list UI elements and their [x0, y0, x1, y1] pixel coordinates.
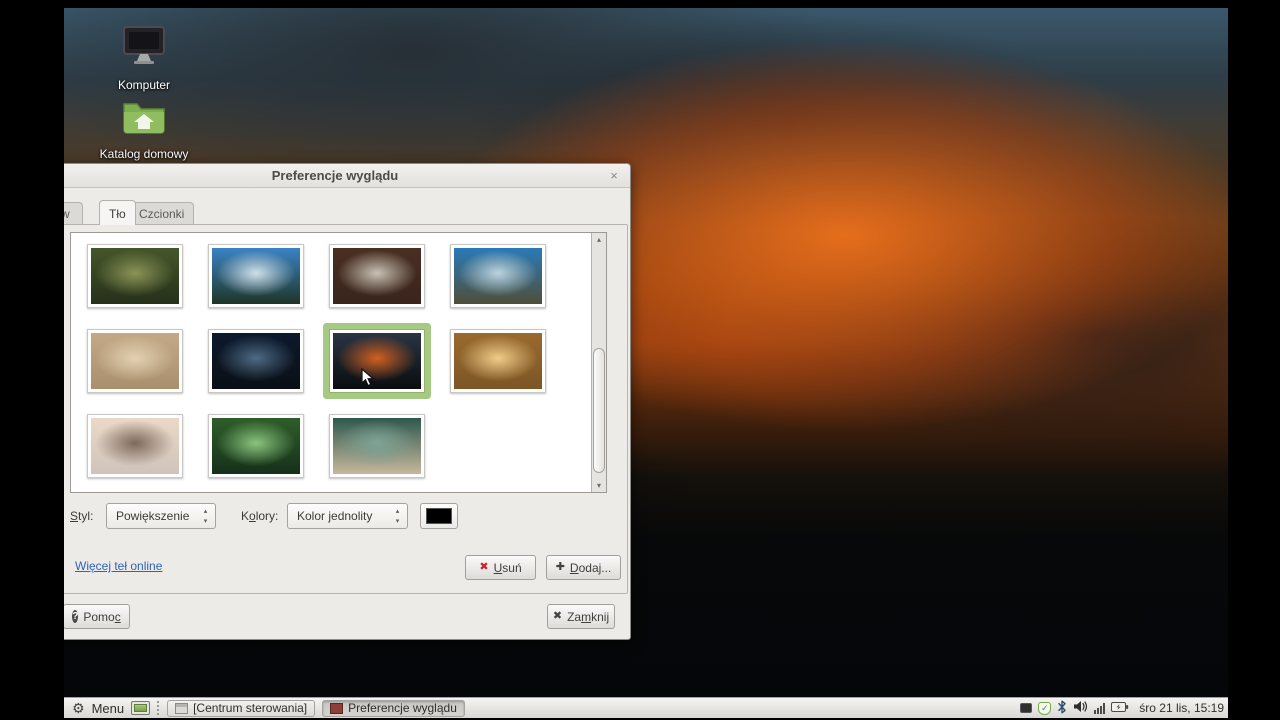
- style-dropdown-value: Powiększenie: [116, 509, 190, 523]
- desktop-icon-computer[interactable]: Komputer: [94, 25, 194, 94]
- help-button[interactable]: ? Pomoc: [64, 604, 130, 629]
- desktop-icon-label: Katalog domowy: [99, 147, 189, 161]
- remove-button[interactable]: ✖ Usuń: [465, 555, 536, 580]
- updates-shield-icon[interactable]: ✓: [1038, 701, 1052, 715]
- colors-dropdown[interactable]: Kolor jednolity ▴ ▾: [287, 503, 408, 529]
- wallpaper-image: [212, 418, 300, 474]
- network-signal-icon[interactable]: [1094, 702, 1106, 714]
- scroll-up-icon[interactable]: ▴: [592, 233, 606, 246]
- taskbar-item-control-center[interactable]: [Centrum sterowania]: [167, 699, 316, 717]
- panel-handle: [157, 701, 160, 715]
- bluetooth-icon[interactable]: [1057, 700, 1067, 717]
- add-button[interactable]: ✚ Dodaj...: [546, 555, 621, 580]
- wallpaper-thumbnail-lake-pier[interactable]: [87, 414, 183, 478]
- wallpaper-image: [454, 333, 542, 389]
- wallpaper-list: ▴ ▾: [70, 232, 607, 493]
- close-icon[interactable]: ×: [606, 168, 622, 184]
- show-desktop-icon[interactable]: [131, 701, 151, 715]
- wallpaper-thumbnail-dew-drops[interactable]: [87, 329, 183, 393]
- wallpaper-thumbnail-sunset-sea[interactable]: [329, 329, 425, 393]
- display-tray-icon[interactable]: [1020, 703, 1033, 713]
- wallpaper-thumbnail-country-road[interactable]: [450, 244, 546, 308]
- dialog-titlebar[interactable]: Preferencje wyglądu ×: [64, 164, 630, 188]
- wallpaper-thumbnail-teal-shore[interactable]: [329, 414, 425, 478]
- scrollbar[interactable]: ▴ ▾: [591, 233, 606, 492]
- colors-label: Kolory:: [241, 509, 279, 523]
- close-x-icon: ✖: [552, 610, 563, 622]
- color-swatch-button[interactable]: [420, 503, 458, 529]
- close-dialog-button[interactable]: ✖ Zamknij: [547, 604, 615, 629]
- dialog-title: Preferencje wyglądu: [271, 168, 399, 183]
- appearance-preferences-dialog: Preferencje wyglądu × Motyw Tło Czcionki…: [64, 163, 631, 640]
- wallpaper-image: [333, 333, 421, 389]
- style-color-row: Styl: Powiększenie ▴ ▾ Kolory: Kolor jedn…: [70, 503, 615, 529]
- clock[interactable]: śro 21 lis, 15:19: [1139, 701, 1224, 715]
- system-tray: ✓ śro 21 lis, 15:19: [1020, 698, 1224, 718]
- wallpaper-image: [91, 418, 179, 474]
- wallpaper-image: [454, 248, 542, 304]
- wallpaper-thumbnail-green-moss[interactable]: [208, 414, 304, 478]
- spinner-arrows-icon: ▴ ▾: [395, 508, 400, 525]
- taskbar-item-label: Preferencje wyglądu: [348, 701, 457, 715]
- remove-x-icon: ✖: [479, 561, 489, 573]
- wallpaper-thumbnail-golden-field[interactable]: [450, 329, 546, 393]
- more-backgrounds-link[interactable]: Więcej teł online: [75, 559, 162, 573]
- appearance-app-icon: [330, 702, 344, 714]
- color-swatch: [426, 508, 452, 524]
- scrollbar-thumb[interactable]: [593, 348, 605, 473]
- wallpaper-thumbnail-forest-boardwalk[interactable]: [329, 244, 425, 308]
- wallpaper-image: [333, 248, 421, 304]
- desktop-icon-label: Komputer: [117, 78, 171, 92]
- panel-left: ⚙ Menu [Centrum sterowania] Preferencje …: [72, 698, 465, 718]
- wallpaper-thumbnail-night-horizon[interactable]: [208, 329, 304, 393]
- wallpaper-image: [91, 248, 179, 304]
- mouse-cursor: [361, 367, 377, 393]
- colors-dropdown-value: Kolor jednolity: [297, 509, 373, 523]
- remove-button-label: Usuń: [493, 560, 522, 575]
- style-dropdown[interactable]: Powiększenie ▴ ▾: [106, 503, 216, 529]
- menu-gear-icon[interactable]: ⚙: [72, 701, 85, 715]
- help-icon: ?: [72, 610, 79, 623]
- wallpaper-thumbnail-clouds-mountains[interactable]: [208, 244, 304, 308]
- help-button-label: Pomoc: [83, 609, 121, 624]
- volume-icon[interactable]: [1073, 700, 1088, 716]
- wallpaper-thumbnail-grassy-meadow[interactable]: [87, 244, 183, 308]
- wallpaper-grid: [87, 244, 577, 478]
- screen: Komputer Katalog domowy Preferencje wygl…: [0, 0, 1280, 720]
- wallpaper-image: [212, 248, 300, 304]
- style-label: Styl:: [70, 509, 94, 523]
- taskbar-item-label: [Centrum sterowania]: [193, 701, 308, 715]
- menu-button[interactable]: Menu: [92, 701, 125, 716]
- home-folder-icon: [94, 98, 194, 141]
- wallpaper-image: [333, 418, 421, 474]
- tab-motyw[interactable]: Motyw: [64, 202, 83, 224]
- spinner-arrows-icon: ▴ ▾: [203, 508, 208, 525]
- desktop: Komputer Katalog domowy Preferencje wygl…: [64, 8, 1228, 718]
- taskbar-item-appearance-preferences[interactable]: Preferencje wyglądu: [322, 699, 465, 717]
- tab-czcionki[interactable]: Czcionki: [129, 202, 195, 224]
- wallpaper-image: [91, 333, 179, 389]
- window-icon: [175, 702, 189, 714]
- wallpaper-image: [212, 333, 300, 389]
- add-button-label: Dodaj...: [569, 560, 612, 575]
- plus-icon: ✚: [555, 561, 565, 573]
- background-tab-panel: ▴ ▾ Styl: Powiększenie ▴ ▾ Kolory: Kolor …: [64, 224, 628, 594]
- tab-tlo[interactable]: Tło: [99, 200, 136, 225]
- close-button-label: Zamknij: [567, 609, 610, 624]
- desktop-icon-home-folder[interactable]: Katalog domowy: [94, 98, 194, 163]
- scroll-down-icon[interactable]: ▾: [592, 479, 606, 492]
- battery-icon[interactable]: [1111, 701, 1129, 716]
- computer-icon: [94, 25, 194, 72]
- bottom-panel: ⚙ Menu [Centrum sterowania] Preferencje …: [64, 697, 1228, 718]
